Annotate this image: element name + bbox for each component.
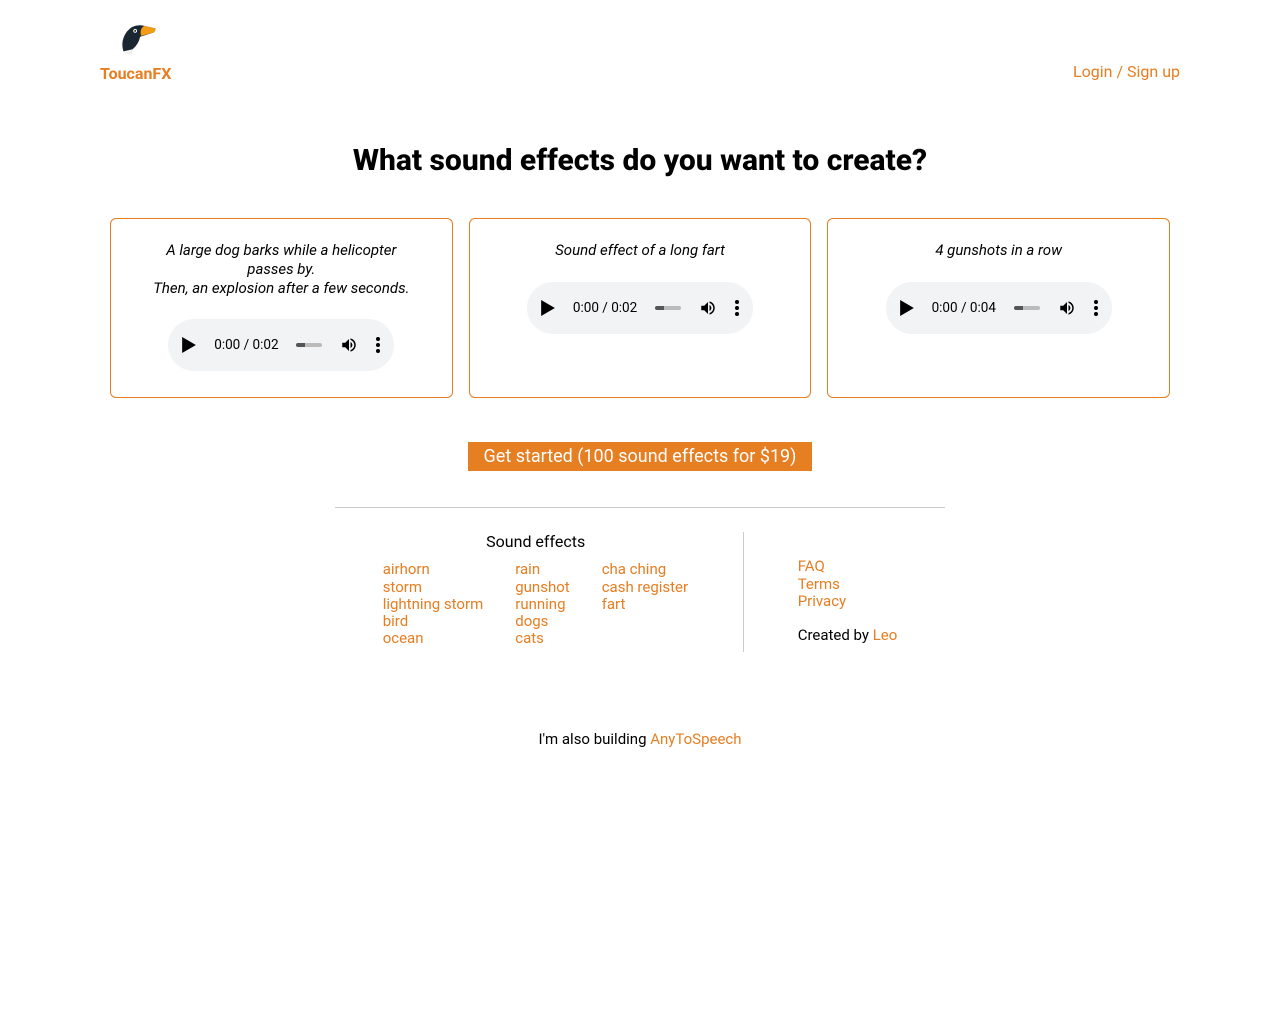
- audio-player[interactable]: 0:00 / 0:02: [527, 282, 753, 334]
- sound-link[interactable]: cha ching: [602, 561, 688, 578]
- more-icon[interactable]: [735, 300, 739, 316]
- anytospeech-link[interactable]: AnyToSpeech: [650, 730, 741, 748]
- terms-link[interactable]: Terms: [798, 576, 898, 593]
- get-started-button[interactable]: Get started (100 sound effects for $19): [468, 442, 813, 471]
- sound-link[interactable]: rain: [515, 561, 569, 578]
- example-card: 4 gunshots in a row 0:00 / 0:04: [827, 218, 1170, 398]
- audio-time: 0:00 / 0:02: [214, 337, 278, 353]
- author-link[interactable]: Leo: [873, 626, 898, 644]
- more-icon[interactable]: [1094, 300, 1098, 316]
- footer: Sound effects airhorn storm lightning st…: [110, 532, 1170, 652]
- example-card: A large dog barks while a helicopter pas…: [110, 218, 453, 398]
- example-description: 4 gunshots in a row: [935, 241, 1062, 260]
- play-icon[interactable]: [541, 300, 555, 316]
- sound-link[interactable]: bird: [383, 613, 484, 630]
- divider: [335, 507, 945, 508]
- audio-time: 0:00 / 0:02: [573, 300, 637, 316]
- logo-link[interactable]: ToucanFX: [100, 20, 171, 83]
- faq-link[interactable]: FAQ: [798, 558, 898, 575]
- audio-time: 0:00 / 0:04: [932, 300, 996, 316]
- audio-progress-bar[interactable]: [1014, 306, 1040, 310]
- example-card: Sound effect of a long fart 0:00 / 0:02: [469, 218, 812, 398]
- sound-link[interactable]: ocean: [383, 630, 484, 647]
- sound-effects-heading: Sound effects: [383, 532, 689, 551]
- sound-link[interactable]: gunshot: [515, 579, 569, 596]
- sound-link[interactable]: cats: [515, 630, 569, 647]
- also-building: I'm also building AnyToSpeech: [110, 730, 1170, 748]
- volume-icon[interactable]: [1058, 299, 1076, 317]
- page-title: What sound effects do you want to create…: [110, 143, 1170, 178]
- play-icon[interactable]: [900, 300, 914, 316]
- created-by: Created by Leo: [798, 626, 898, 644]
- brand-name: ToucanFX: [100, 64, 171, 83]
- example-description: Sound effect of a long fart: [555, 241, 725, 260]
- login-signup-link[interactable]: Login / Sign up: [1073, 62, 1180, 81]
- sound-link[interactable]: running: [515, 596, 569, 613]
- sound-link[interactable]: storm: [383, 579, 484, 596]
- audio-player[interactable]: 0:00 / 0:04: [886, 282, 1112, 334]
- sound-link[interactable]: dogs: [515, 613, 569, 630]
- audio-progress-bar[interactable]: [655, 306, 681, 310]
- more-icon[interactable]: [376, 337, 380, 353]
- sound-link[interactable]: airhorn: [383, 561, 484, 578]
- sound-link[interactable]: lightning storm: [383, 596, 484, 613]
- example-description: A large dog barks while a helicopter pas…: [141, 241, 421, 297]
- volume-icon[interactable]: [699, 299, 717, 317]
- sound-link[interactable]: fart: [602, 596, 688, 613]
- sound-link[interactable]: cash register: [602, 579, 688, 596]
- audio-player[interactable]: 0:00 / 0:02: [168, 319, 394, 371]
- toucan-logo-icon: [115, 20, 157, 60]
- privacy-link[interactable]: Privacy: [798, 593, 898, 610]
- example-cards: A large dog barks while a helicopter pas…: [110, 218, 1170, 398]
- play-icon[interactable]: [182, 337, 196, 353]
- audio-progress-bar[interactable]: [296, 343, 322, 347]
- volume-icon[interactable]: [340, 336, 358, 354]
